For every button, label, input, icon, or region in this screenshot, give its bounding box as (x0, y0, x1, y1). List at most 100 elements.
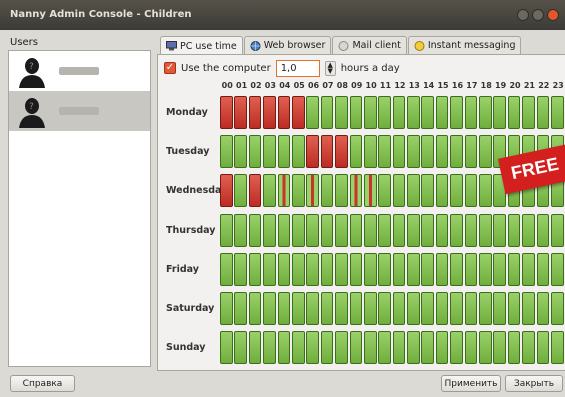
hour-cell-allowed[interactable] (234, 331, 247, 365)
hour-cell-allowed[interactable] (550, 252, 564, 286)
hour-cell-allowed[interactable] (407, 96, 420, 129)
hour-cell-allowed[interactable] (306, 331, 319, 365)
hour-cell-blocked[interactable] (291, 96, 305, 129)
hour-cell-allowed[interactable] (522, 331, 535, 365)
hour-cell-allowed[interactable] (291, 252, 305, 286)
hour-cell-allowed[interactable] (493, 252, 507, 286)
tab-web-browser[interactable]: Web browser (243, 36, 332, 54)
hour-cell-allowed[interactable] (407, 213, 420, 247)
hour-cell-allowed[interactable] (335, 331, 348, 365)
hour-cell-allowed[interactable] (507, 252, 521, 286)
hour-cell-allowed[interactable] (363, 213, 377, 247)
hour-cell-allowed[interactable] (536, 292, 550, 325)
tab-mail-client[interactable]: Mail client (332, 36, 407, 54)
hour-cell-allowed[interactable] (507, 96, 521, 129)
hour-cell-allowed[interactable] (220, 252, 233, 286)
hour-cell-allowed[interactable] (320, 331, 334, 365)
hour-cell-allowed[interactable] (363, 135, 377, 169)
close-window-button[interactable] (547, 9, 559, 21)
hour-cell-allowed[interactable] (277, 292, 291, 325)
hour-cell-allowed[interactable] (363, 252, 377, 286)
hour-cell-allowed[interactable] (306, 252, 319, 286)
hour-cell-blocked[interactable] (320, 135, 334, 169)
hour-cell-allowed[interactable] (435, 331, 449, 365)
hour-cell-allowed[interactable] (234, 135, 247, 169)
hour-cell-blocked[interactable] (263, 96, 276, 129)
hour-cell-allowed[interactable] (248, 213, 262, 247)
hour-cell-allowed[interactable] (464, 135, 478, 169)
hour-cell-allowed[interactable] (320, 174, 334, 208)
hour-cell-allowed[interactable] (263, 252, 276, 286)
hour-cell-allowed[interactable] (507, 292, 521, 325)
hour-cell-allowed[interactable] (464, 213, 478, 247)
help-button[interactable]: Справка (10, 375, 75, 392)
hour-cell-blocked[interactable] (277, 96, 291, 129)
hour-cell-blocked[interactable] (306, 135, 319, 169)
hour-cell-allowed[interactable] (522, 292, 535, 325)
hour-cell-allowed[interactable] (435, 213, 449, 247)
hour-cell-allowed[interactable] (464, 96, 478, 129)
hour-cell-partial[interactable] (363, 174, 377, 208)
user-item[interactable]: ? (9, 51, 150, 91)
hour-cell-partial[interactable] (277, 174, 291, 208)
hour-cell-allowed[interactable] (320, 252, 334, 286)
hour-cell-allowed[interactable] (263, 331, 276, 365)
hour-cell-allowed[interactable] (464, 331, 478, 365)
hour-cell-allowed[interactable] (363, 331, 377, 365)
hour-cell-allowed[interactable] (435, 96, 449, 129)
hour-cell-allowed[interactable] (421, 96, 435, 129)
hour-cell-allowed[interactable] (435, 292, 449, 325)
hour-cell-allowed[interactable] (378, 174, 391, 208)
close-button[interactable]: Закрыть (505, 375, 563, 392)
hour-cell-partial[interactable] (349, 174, 363, 208)
hour-cell-allowed[interactable] (536, 96, 550, 129)
hour-cell-allowed[interactable] (392, 213, 406, 247)
hour-cell-allowed[interactable] (335, 292, 348, 325)
hour-cell-blocked[interactable] (248, 174, 262, 208)
hour-cell-allowed[interactable] (349, 331, 363, 365)
hour-cell-allowed[interactable] (392, 252, 406, 286)
hour-cell-allowed[interactable] (277, 331, 291, 365)
hour-cell-allowed[interactable] (363, 96, 377, 129)
hour-cell-allowed[interactable] (291, 213, 305, 247)
hour-cell-blocked[interactable] (220, 96, 233, 129)
hour-cell-allowed[interactable] (522, 252, 535, 286)
hour-cell-allowed[interactable] (450, 292, 463, 325)
hour-cell-allowed[interactable] (464, 174, 478, 208)
user-item-selected[interactable]: ? (9, 91, 150, 131)
hour-cell-allowed[interactable] (335, 252, 348, 286)
hour-cell-allowed[interactable] (450, 96, 463, 129)
hour-cell-allowed[interactable] (291, 331, 305, 365)
hour-cell-allowed[interactable] (550, 331, 564, 365)
hour-cell-allowed[interactable] (363, 292, 377, 325)
hour-cell-allowed[interactable] (407, 135, 420, 169)
hour-cell-allowed[interactable] (234, 292, 247, 325)
hour-cell-allowed[interactable] (479, 135, 492, 169)
hour-cell-allowed[interactable] (392, 135, 406, 169)
hour-cell-allowed[interactable] (407, 292, 420, 325)
hour-cell-allowed[interactable] (479, 292, 492, 325)
hour-cell-allowed[interactable] (493, 96, 507, 129)
hour-cell-allowed[interactable] (550, 96, 564, 129)
hour-cell-allowed[interactable] (248, 331, 262, 365)
hour-cell-allowed[interactable] (536, 252, 550, 286)
hour-cell-allowed[interactable] (320, 96, 334, 129)
hour-cell-allowed[interactable] (234, 213, 247, 247)
hour-cell-allowed[interactable] (306, 292, 319, 325)
hour-cell-allowed[interactable] (335, 96, 348, 129)
hour-cell-allowed[interactable] (421, 135, 435, 169)
hour-cell-allowed[interactable] (450, 213, 463, 247)
hour-cell-allowed[interactable] (349, 96, 363, 129)
hour-cell-allowed[interactable] (291, 174, 305, 208)
apply-button[interactable]: Применить (441, 375, 501, 392)
hour-cell-allowed[interactable] (277, 252, 291, 286)
hour-cell-allowed[interactable] (479, 174, 492, 208)
hour-cell-allowed[interactable] (421, 174, 435, 208)
hour-cell-allowed[interactable] (435, 135, 449, 169)
hour-cell-allowed[interactable] (263, 292, 276, 325)
hour-cell-partial[interactable] (306, 174, 319, 208)
hour-cell-allowed[interactable] (550, 292, 564, 325)
hour-cell-allowed[interactable] (450, 174, 463, 208)
use-computer-checkbox[interactable]: ✓ (164, 62, 176, 74)
hour-cell-allowed[interactable] (291, 292, 305, 325)
